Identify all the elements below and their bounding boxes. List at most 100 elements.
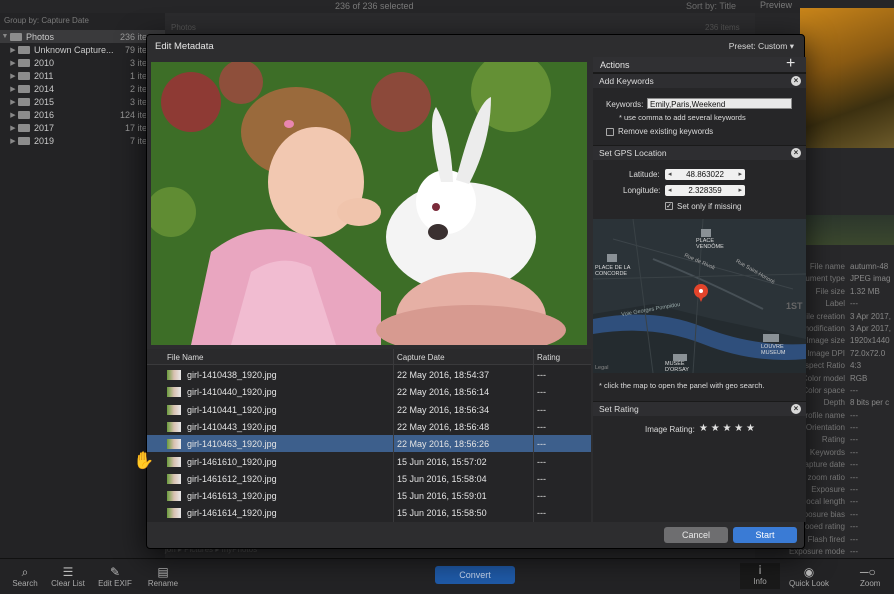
file-name-cell: girl-1410463_1920.jpg [187,439,277,450]
chevron-left-icon[interactable]: ◂ [668,185,672,196]
preset-menu[interactable]: Preset: Custom ▾ [729,41,794,52]
keywords-input[interactable]: Emily,Paris,Weekend [647,98,792,109]
convert-button[interactable]: Convert [435,566,515,584]
close-icon[interactable]: × [791,404,801,414]
capture-date-cell: 22 May 2016, 18:56:26 [397,439,490,450]
longitude-label: Longitude: [623,186,661,195]
sidebar-item-2017[interactable]: ▶ 2017 17 ite [0,121,165,134]
cancel-button[interactable]: Cancel [664,527,728,543]
gps-map[interactable]: PLACE VENDÔME PLACE DE LA CONCORDE Rue d… [593,219,806,373]
table-row[interactable]: girl-1410463_1920.jpg 22 May 2016, 18:56:… [147,435,591,453]
table-row[interactable]: girl-1410438_1920.jpg 22 May 2016, 18:54:… [147,366,591,383]
start-button[interactable]: Start [733,527,797,543]
property-value: 1.32 MB [850,286,880,296]
thumbnail-image [167,404,181,415]
column-file-name[interactable]: File Name [167,353,203,362]
edit-metadata-dialog: Edit Metadata Preset: Custom ▾ File Name… [146,34,806,549]
info-button[interactable]: ⅰ Info [740,563,780,589]
property-value: JPEG imag [850,274,891,284]
chevron-left-icon[interactable]: ◂ [668,169,672,180]
pencil-icon: ✎ [109,565,121,579]
preset-label: Preset: Custom [728,41,788,51]
group-by-menu[interactable]: Group by: Capture Date [4,16,89,25]
thumbnail-image [167,491,181,502]
property-value: RGB [850,373,868,383]
property-value: 8 bits per c [850,398,890,408]
remove-keywords-checkbox[interactable] [606,128,614,136]
latitude-stepper[interactable]: ◂ 48.863022 ▸ [665,169,745,180]
only-missing-checkbox[interactable]: ✓ [665,202,673,210]
table-row[interactable]: girl-1410440_1920.jpg 22 May 2016, 18:56:… [147,383,591,400]
property-value: --- [850,435,858,445]
file-table: File Name Capture Date Rating girl-14104… [147,349,591,522]
file-name-cell: girl-1461613_1920.jpg [187,491,277,502]
chevron-right-icon[interactable]: ▸ [738,169,742,180]
edit-exif-button[interactable]: ✎ Edit EXIF [90,565,140,588]
actions-title: Actions [600,60,630,70]
hand-cursor-icon: ✋ [133,451,155,470]
sidebar-item-2016[interactable]: ▶ 2016 124 ite [0,108,165,121]
sidebar-item-2010[interactable]: ▶ 2010 3 ite [0,56,165,69]
column-capture-date[interactable]: Capture Date [397,353,445,362]
close-icon[interactable]: × [791,148,801,158]
column-rating[interactable]: Rating [537,353,560,362]
add-keywords-title: Add Keywords [599,76,654,86]
property-value: --- [850,460,858,470]
folder-icon [18,123,30,132]
sidebar-item-count: 79 ite [124,44,147,55]
sidebar: Group by: Capture Date ▼ Photos 236 ite ▶ U… [0,13,165,558]
star-rating-control[interactable]: ★ ★ ★ ★ ★ [699,423,755,434]
table-row[interactable]: girl-1461613_1920.jpg 15 Jun 2016, 15:59:… [147,487,591,504]
folder-icon [18,84,30,93]
rating-title: Set Rating [599,404,639,414]
add-action-icon[interactable]: + [786,55,795,73]
property-value: 3 Apr 2017, [850,311,891,321]
sidebar-item-label: 2015 [34,96,55,107]
zoom-slider[interactable]: ─○ Zoom [860,565,894,588]
map-legal-link[interactable]: Legal [595,365,608,371]
quick-look-label: Quick Look [788,579,830,588]
sort-menu[interactable]: Sort by: Title [686,1,736,11]
keywords-label: Keywords: [606,100,644,109]
actions-panel: Actions + Add Keywords × Keywords: Emily… [593,55,806,522]
chevron-right-icon: ▶ [10,59,16,67]
sidebar-item-2015[interactable]: ▶ 2015 3 ite [0,95,165,108]
close-icon[interactable]: × [791,76,801,86]
map-label-arrondissement: 1ST [786,301,803,311]
property-value: --- [850,299,858,309]
sidebar-item-2011[interactable]: ▶ 2011 1 ite [0,69,165,82]
table-row[interactable]: girl-1410443_1920.jpg 22 May 2016, 18:56:… [147,418,591,435]
capture-date-cell: 15 Jun 2016, 15:58:50 [397,508,487,519]
capture-date-cell: 15 Jun 2016, 15:58:04 [397,473,487,484]
sidebar-item-count: 1 ite [129,70,147,81]
chevron-right-icon: ▶ [10,46,16,54]
capture-date-cell: 22 May 2016, 18:56:34 [397,404,490,415]
property-value: --- [850,534,858,544]
chevron-right-icon[interactable]: ▸ [738,185,742,196]
table-row[interactable]: girl-1461614_1920.jpg 15 Jun 2016, 15:58:… [147,504,591,521]
thumbnail-image [167,508,181,519]
folder-icon [10,32,22,41]
rating-cell: --- [537,370,546,380]
sidebar-item-photos[interactable]: ▼ Photos 236 ite [0,30,165,43]
quick-look-button[interactable]: ◉ Quick Look [784,565,834,588]
table-row[interactable]: girl-1461610_1920.jpg 15 Jun 2016, 15:57:… [147,453,591,470]
longitude-stepper[interactable]: ◂ 2.328359 ▸ [665,185,745,196]
sidebar-item-label: Unknown Capture... [34,44,114,55]
map-label-vendome: PLACE VENDÔME [696,238,724,250]
property-value: 3 Apr 2017, [850,323,891,333]
clear-list-label: Clear List [51,579,85,588]
chevron-right-icon: ▶ [10,111,16,119]
sidebar-item-label: 2019 [34,135,55,146]
property-value: --- [850,522,858,532]
sidebar-item-2019[interactable]: ▶ 2019 7 ite [0,134,165,147]
folder-icon [18,45,30,54]
clear-list-button[interactable]: ☰ Clear List [43,565,93,588]
table-row[interactable]: girl-1410441_1920.jpg 22 May 2016, 18:56:… [147,401,591,418]
sidebar-item-unknown[interactable]: ▶ Unknown Capture... 79 ite [0,43,165,56]
map-hint: * click the map to open the panel with g… [599,381,765,390]
table-row[interactable]: girl-1461612_1920.jpg 15 Jun 2016, 15:58:… [147,470,591,487]
rename-button[interactable]: ▤ Rename [138,565,188,588]
image-rating-label: Image Rating: [645,425,695,434]
sidebar-item-2014[interactable]: ▶ 2014 2 ite [0,82,165,95]
